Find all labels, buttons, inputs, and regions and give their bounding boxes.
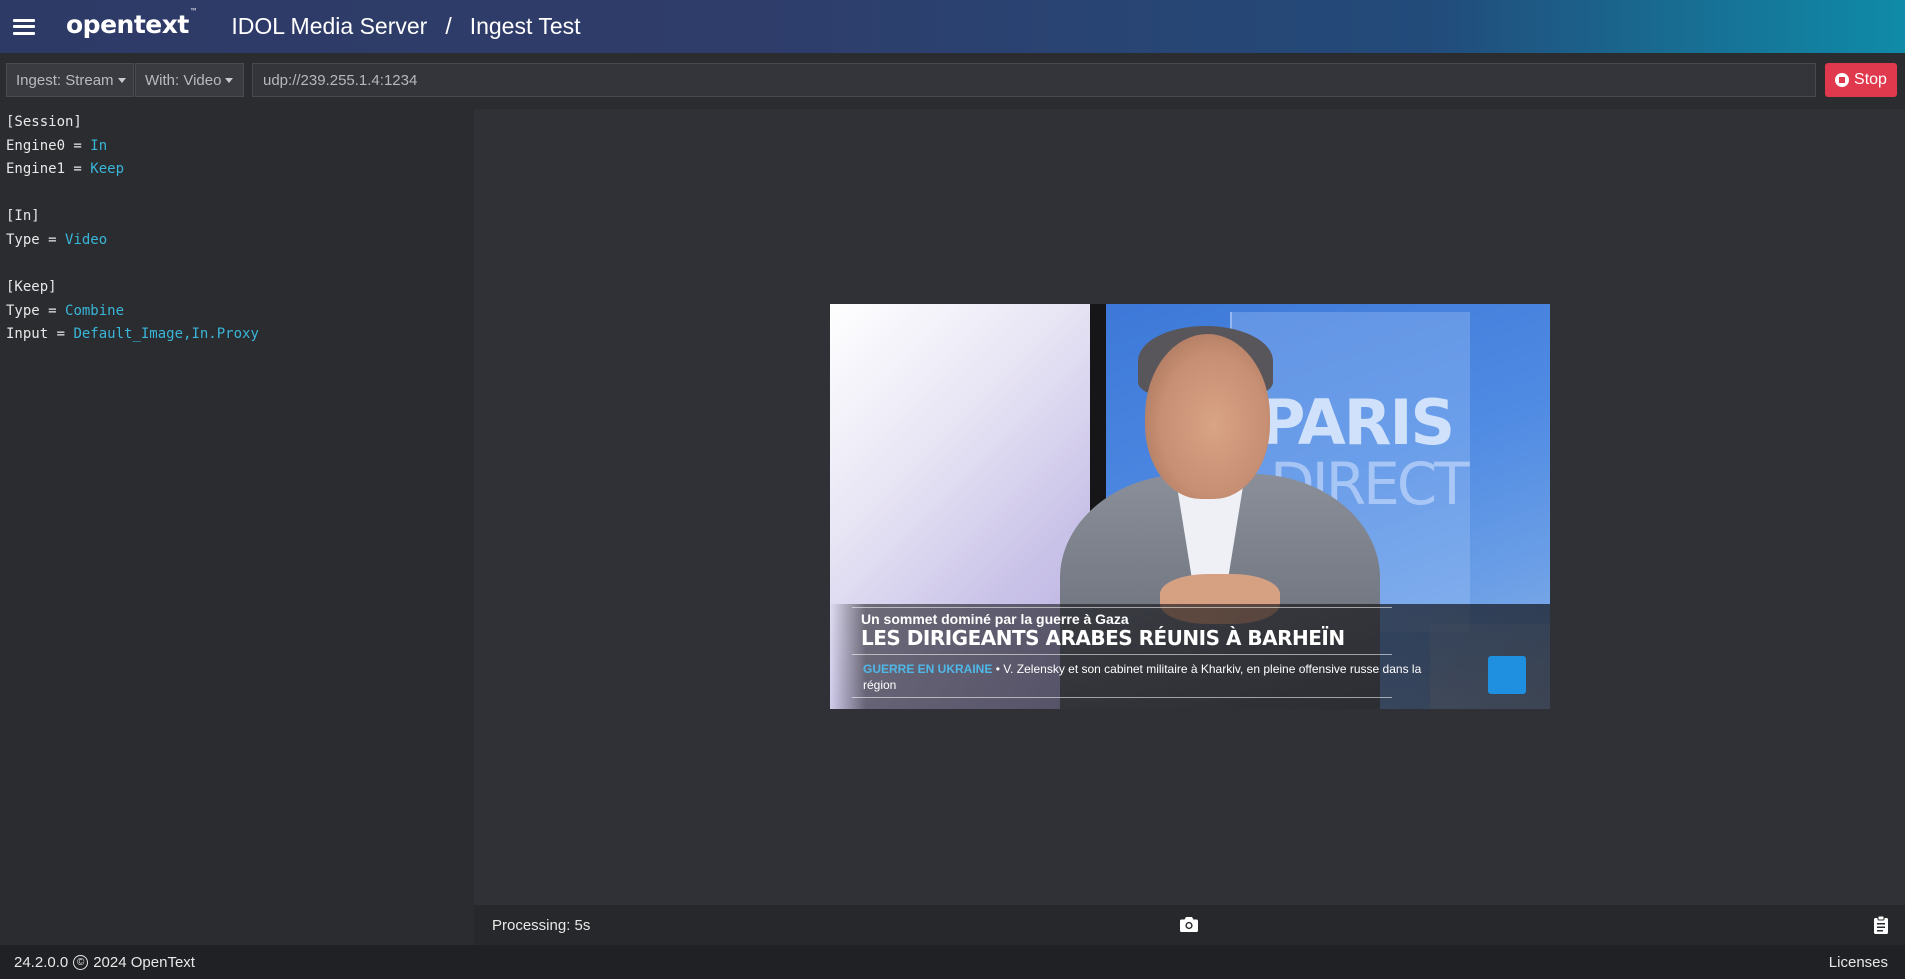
chevron-down-icon <box>117 77 126 83</box>
config-key: Type = <box>6 231 66 248</box>
ingest-type-label: Ingest: Stream <box>16 71 114 89</box>
video-frame: PARIS DIRECT Un sommet dominé par la gue… <box>830 304 1550 709</box>
breadcrumb-app-name[interactable]: IDOL Media Server <box>231 13 427 40</box>
ingest-type-dropdown[interactable]: Ingest: Stream <box>6 63 134 97</box>
copyright-text: 2024 OpenText <box>93 953 195 971</box>
page-title: Ingest Test <box>469 13 581 39</box>
copyright: © 2024 OpenText <box>73 954 195 971</box>
news-ticker: GUERRE EN UKRAINE • V. Zelensky et son c… <box>863 661 1433 693</box>
lower-third-subtitle: Un sommet dominé par la guerre à Gaza <box>861 611 1129 627</box>
config-key: [In] <box>6 208 40 225</box>
config-line: Engine1 = Keep <box>6 158 468 182</box>
lower-third-title: LES DIRIGEANTS ARABES RÉUNIS À BARHEÏN <box>861 626 1345 650</box>
config-line <box>6 253 468 277</box>
config-line: Engine0 = In <box>6 135 468 159</box>
with-type-label: With: Video <box>145 71 222 89</box>
config-key: Engine1 = <box>6 161 91 178</box>
hamburger-icon[interactable] <box>13 18 35 35</box>
processing-status: Processing: 5s <box>492 916 591 934</box>
config-key: Input = <box>6 326 74 343</box>
config-line: Type = Combine <box>6 300 468 324</box>
config-value: Keep <box>90 161 125 178</box>
ingest-toolbar: Ingest: Stream With: Video Stop <box>0 53 1905 109</box>
config-line: [In] <box>6 205 468 229</box>
chevron-down-icon <box>225 77 234 83</box>
stop-circle-icon <box>1835 73 1850 87</box>
france24-logo <box>1488 656 1526 694</box>
config-key: [Session] <box>6 114 82 130</box>
config-line: [Keep] <box>6 276 468 300</box>
config-key: Engine0 = <box>6 137 91 154</box>
camera-icon[interactable] <box>1180 917 1198 932</box>
config-value: Default_Image,In.Proxy <box>73 326 259 343</box>
footer: 24.2.0.0 © 2024 OpenText Licenses <box>0 945 1905 979</box>
stop-button-label: Stop <box>1854 71 1887 88</box>
config-value: Video <box>65 231 108 248</box>
version-text: 24.2.0.0 <box>14 953 69 971</box>
config-line: [Session] <box>6 111 468 135</box>
config-line: Type = Video <box>6 229 468 253</box>
video-status-bar: Processing: 5s <box>474 905 1905 945</box>
config-editor[interactable]: [Session] Engine0 = In Engine1 = Keep [In] T… <box>0 109 474 945</box>
clipboard-icon[interactable] <box>1874 916 1888 934</box>
config-value: Combine <box>65 302 125 319</box>
ticker-tag: GUERRE EN UKRAINE <box>863 662 993 676</box>
config-key: [Keep] <box>6 279 57 296</box>
config-line <box>6 182 468 206</box>
opentext-logo[interactable]: opentext™ <box>66 7 198 39</box>
licenses-link[interactable]: Licenses <box>1829 954 1888 971</box>
config-line: Input = Default_Image,In.Proxy <box>6 323 468 347</box>
background-text-paris: PARIS <box>1260 386 1455 459</box>
app-header: opentext™ IDOL Media Server / Ingest Tes… <box>0 0 1905 53</box>
stream-url-input[interactable] <box>252 63 1816 97</box>
copyright-icon: © <box>73 954 89 970</box>
config-value: In <box>90 137 108 154</box>
stop-button[interactable]: Stop <box>1825 63 1897 97</box>
config-key: Type = <box>6 302 66 319</box>
breadcrumb-separator: / <box>445 13 452 39</box>
with-type-dropdown[interactable]: With: Video <box>135 63 244 97</box>
